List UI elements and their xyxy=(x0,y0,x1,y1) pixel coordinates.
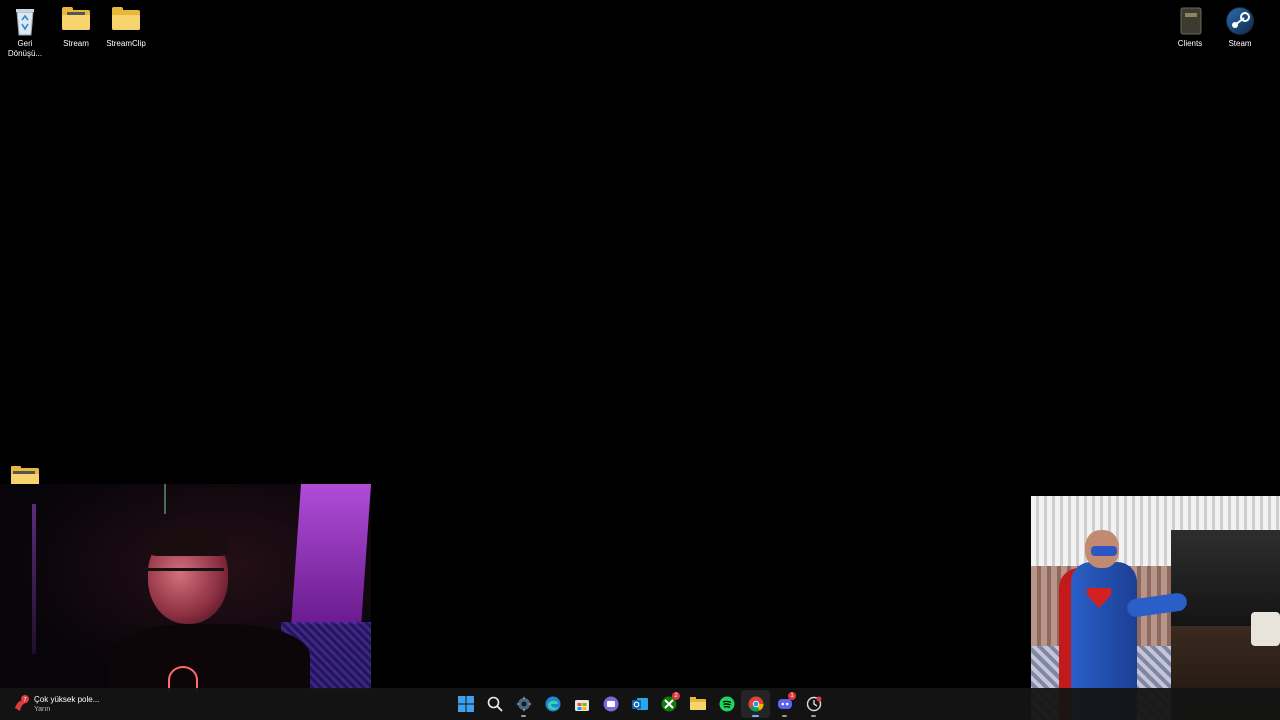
mask xyxy=(1091,546,1117,556)
store-icon xyxy=(574,700,589,711)
taskbar-app-explorer[interactable] xyxy=(683,690,712,718)
gear-app-icon xyxy=(515,696,532,712)
desktop-icon-label: Geri Dönüşü... xyxy=(7,39,43,58)
desktop-icon-label: Clients xyxy=(1177,39,1203,48)
folder-icon xyxy=(689,697,706,710)
edge-icon xyxy=(545,696,560,712)
spotify-icon xyxy=(719,696,734,712)
taskbar-app-gear[interactable] xyxy=(509,690,538,718)
background-pole xyxy=(32,504,36,654)
book-icon xyxy=(1173,6,1207,36)
taskbar-app-store[interactable] xyxy=(567,690,596,718)
start-button[interactable] xyxy=(451,690,480,718)
recycle-bin-icon xyxy=(8,6,42,36)
chat-icon xyxy=(603,696,618,712)
pollen-alert-icon: 7 xyxy=(12,695,30,713)
desktop-icon-streamclip[interactable]: StreamClip xyxy=(101,6,151,49)
taskbar-apps: 2 1 xyxy=(451,690,828,718)
outlook-icon xyxy=(631,698,648,710)
taskbar: 7 Çok yüksek pole... Yarın 2 1 xyxy=(0,688,1280,720)
desktop-icon-label: Steam xyxy=(1228,39,1252,48)
desktop-icon-label: StreamClip xyxy=(106,39,146,48)
streamer-hair xyxy=(150,528,228,556)
search-button[interactable] xyxy=(480,690,509,718)
desktop-icon-clients[interactable]: Clients xyxy=(1165,6,1215,49)
folder-icon xyxy=(59,6,93,36)
chrome-icon xyxy=(748,696,763,712)
glasses xyxy=(148,568,224,585)
weather-widget[interactable]: 7 Çok yüksek pole... Yarın xyxy=(12,692,99,716)
desktop-icon-recycle-bin[interactable]: Geri Dönüşü... xyxy=(0,6,50,59)
streamer-body xyxy=(110,624,310,692)
taskbar-app-outlook[interactable] xyxy=(625,690,654,718)
cable xyxy=(164,484,166,514)
weather-text: Çok yüksek pole... xyxy=(34,694,100,704)
desktop-icon-steam[interactable]: Steam xyxy=(1215,6,1265,49)
pot xyxy=(1251,612,1280,646)
taskbar-app-chat[interactable] xyxy=(596,690,625,718)
folder-icon[interactable] xyxy=(11,466,39,486)
search-icon xyxy=(487,696,503,712)
desktop-icon-label: Stream xyxy=(63,39,89,48)
taskbar-app-xbox[interactable]: 2 xyxy=(654,690,683,718)
webcam-overlay xyxy=(0,484,371,692)
clock-app-icon xyxy=(806,696,821,712)
video-overlay xyxy=(1031,496,1280,720)
taskbar-app-spotify[interactable] xyxy=(712,690,741,718)
taskbar-app-edge[interactable] xyxy=(538,690,567,718)
folder-icon xyxy=(109,6,143,36)
taskbar-app-chrome[interactable] xyxy=(741,690,770,718)
weather-subtext: Yarın xyxy=(34,705,51,713)
steam-icon xyxy=(1223,6,1257,36)
windows-start-icon xyxy=(457,696,474,712)
xbox-badge: 2 xyxy=(672,692,680,700)
desktop-icon-stream[interactable]: Stream xyxy=(51,6,101,49)
purple-light xyxy=(291,484,371,624)
taskbar-app-clock[interactable] xyxy=(799,690,828,718)
taskbar-app-discord[interactable]: 1 xyxy=(770,690,799,718)
discord-badge: 1 xyxy=(788,692,796,700)
